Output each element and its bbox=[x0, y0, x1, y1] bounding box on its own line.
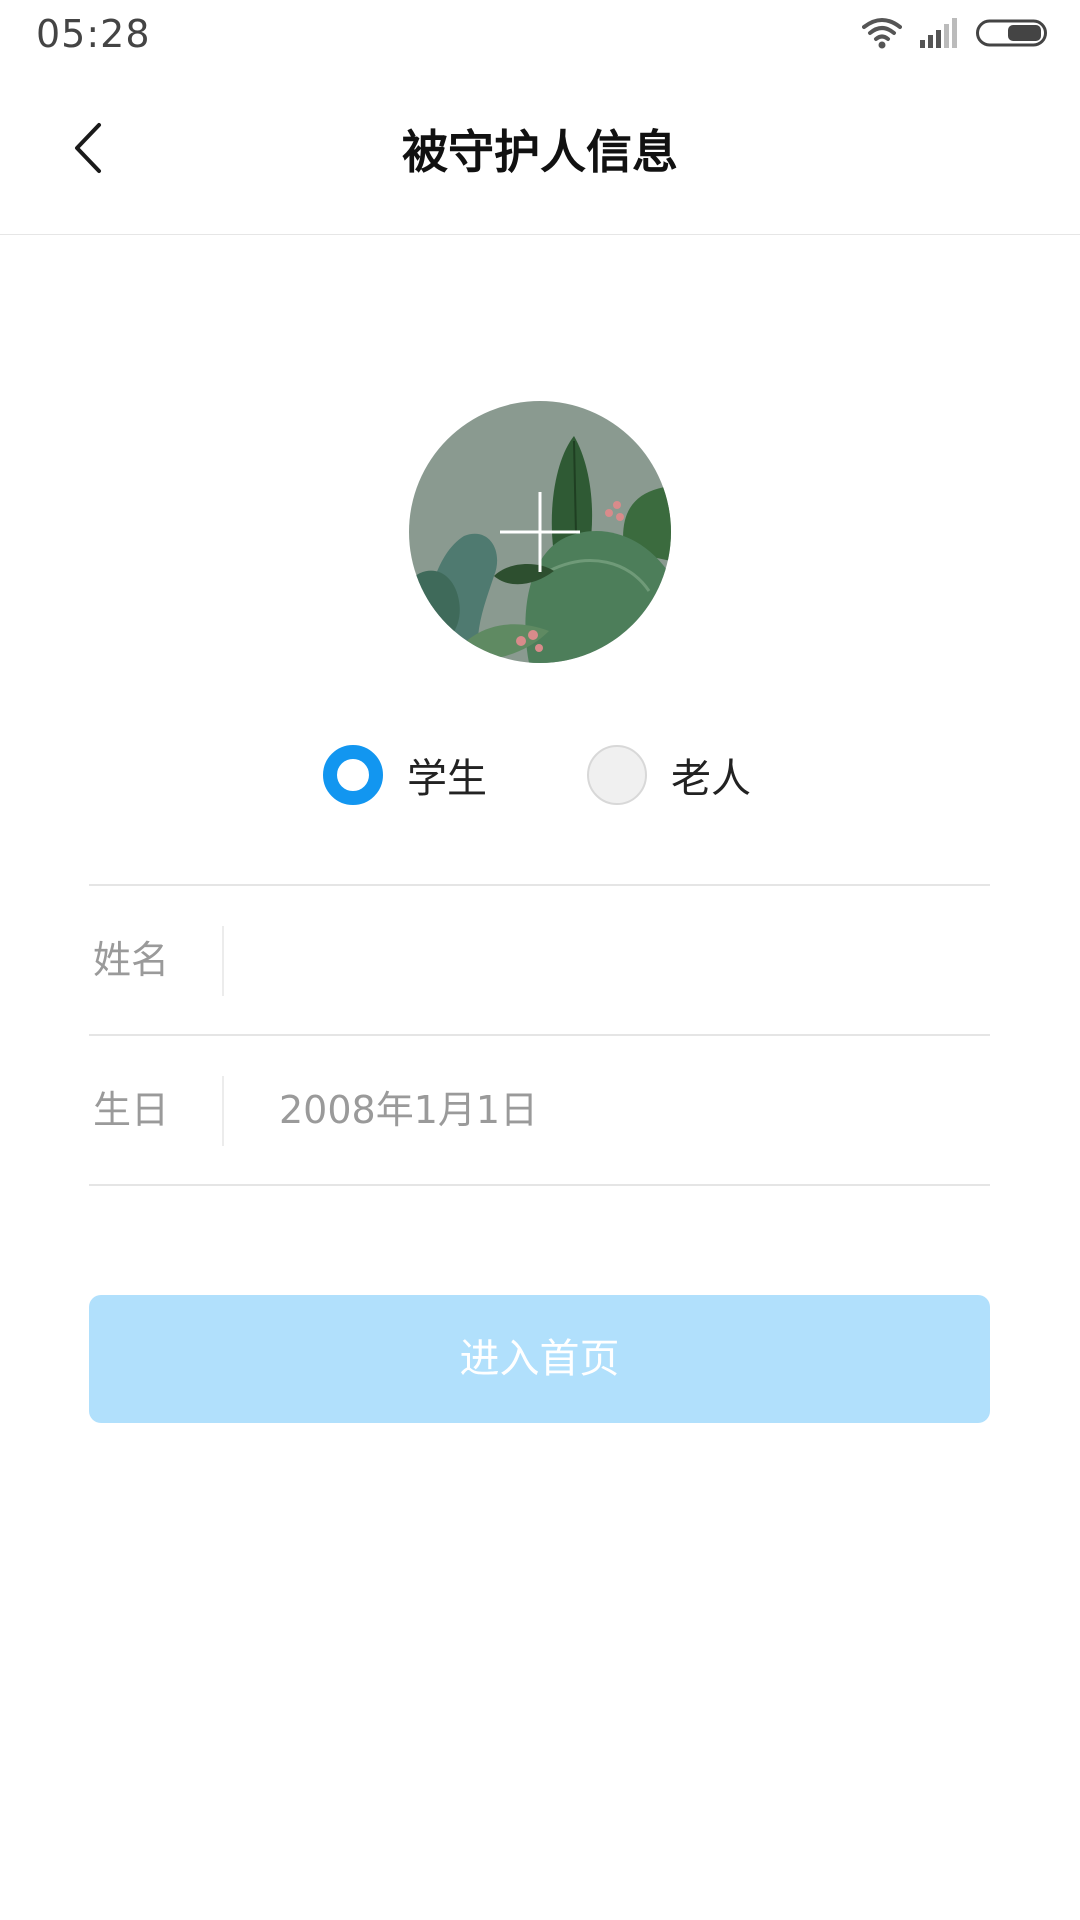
status-time: 05:28 bbox=[36, 12, 151, 56]
birthday-row[interactable]: 生日 2008年1月1日 bbox=[89, 1036, 990, 1184]
name-input[interactable] bbox=[279, 920, 959, 1000]
page-title: 被守护人信息 bbox=[402, 125, 678, 179]
chevron-left-icon bbox=[71, 122, 105, 178]
radio-checked-icon[interactable] bbox=[323, 745, 383, 805]
status-icons bbox=[862, 18, 1050, 52]
plus-icon bbox=[409, 401, 671, 663]
radio-unchecked-icon[interactable] bbox=[587, 745, 647, 805]
birthday-label: 生日 bbox=[93, 1088, 170, 1132]
header: 被守护人信息 bbox=[0, 70, 1080, 235]
role-label-elder: 老人 bbox=[671, 756, 751, 802]
enter-home-button[interactable]: 进入首页 bbox=[89, 1295, 990, 1423]
battery-icon bbox=[976, 18, 1050, 52]
wifi-icon bbox=[862, 17, 902, 53]
signal-icon bbox=[920, 18, 958, 52]
status-bar: 05:28 bbox=[0, 0, 1080, 70]
form-divider-bottom bbox=[89, 1184, 990, 1186]
role-option-elder[interactable]: 老人 bbox=[587, 740, 751, 810]
role-label-student: 学生 bbox=[407, 756, 487, 802]
name-row-separator bbox=[222, 926, 224, 996]
role-option-student[interactable]: 学生 bbox=[323, 740, 487, 810]
birthday-row-separator bbox=[222, 1076, 224, 1146]
back-button[interactable] bbox=[56, 118, 120, 182]
birthday-picker[interactable]: 2008年1月1日 bbox=[279, 1036, 959, 1184]
name-label: 姓名 bbox=[93, 938, 170, 982]
avatar-upload-button[interactable] bbox=[409, 401, 671, 663]
name-row: 姓名 bbox=[89, 886, 990, 1034]
